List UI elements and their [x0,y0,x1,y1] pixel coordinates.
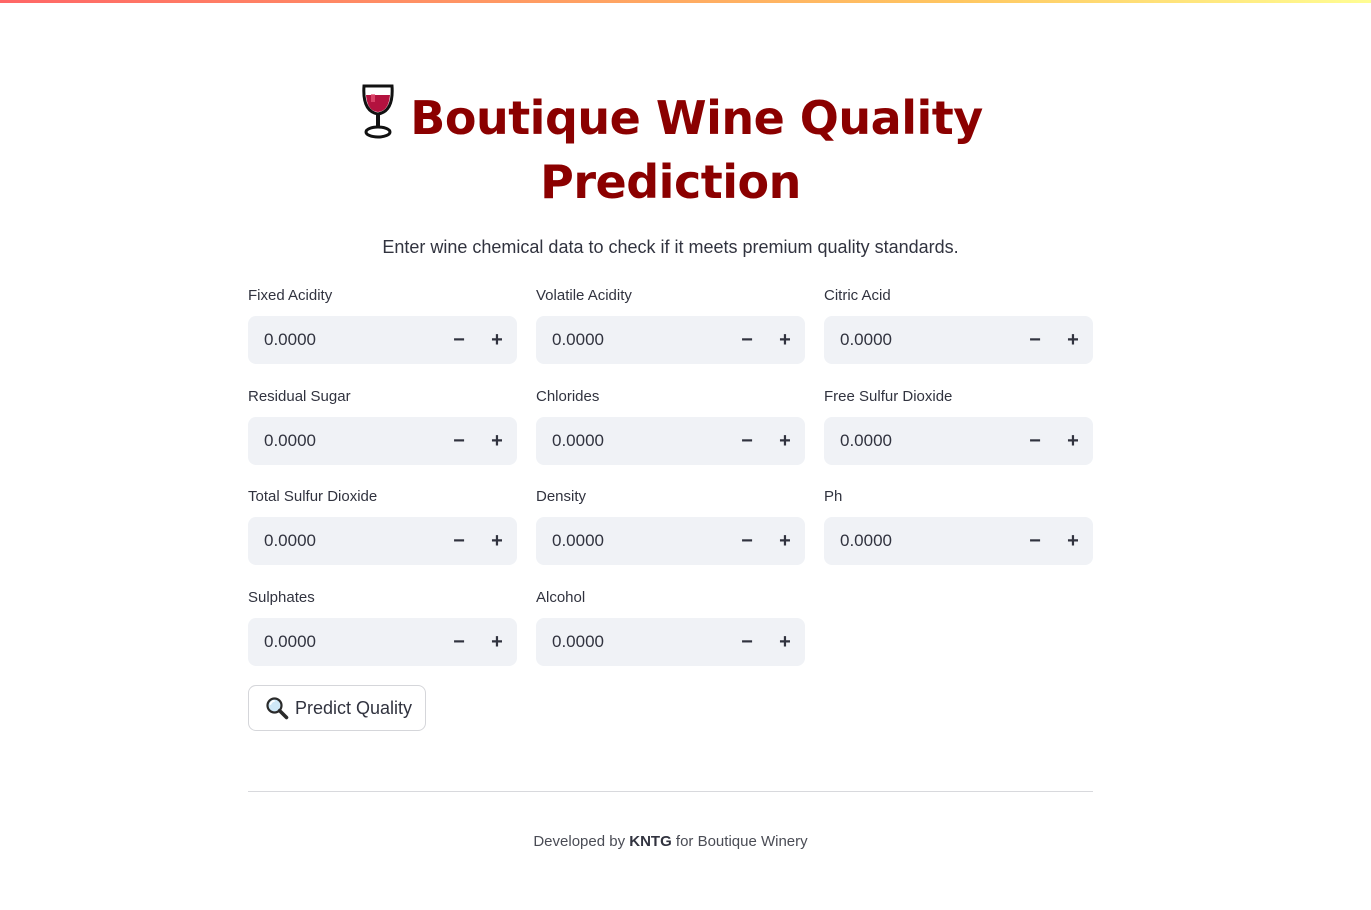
field-label: Alcohol [536,589,586,606]
stepper-value[interactable]: 0.0000 [552,316,604,364]
decrement-button[interactable]: − [732,526,762,556]
field-label: Total Sulfur Dioxide [248,488,378,505]
stepper-value[interactable]: 0.0000 [840,417,892,465]
decrement-button[interactable]: − [444,426,474,456]
decrement-button[interactable]: − [732,426,762,456]
increment-button[interactable]: + [770,526,800,556]
decrement-button[interactable]: − [444,325,474,355]
stepper-value[interactable]: 0.0000 [264,417,316,465]
decrement-button[interactable]: − [1020,325,1050,355]
stepper-value[interactable]: 0.0000 [552,517,604,565]
stepper-value[interactable]: 0.0000 [264,316,316,364]
field-label: Citric Acid [824,287,891,304]
field-alcohol: Alcohol 0.0000 − + [536,588,805,666]
stepper-value[interactable]: 0.0000 [264,618,316,666]
field-label: Volatile Acidity [536,287,632,304]
field-residual-sugar: Residual Sugar 0.0000 − + [248,387,517,465]
residual-sugar-stepper[interactable]: 0.0000 − + [248,417,517,465]
field-label: Free Sulfur Dioxide [824,388,953,405]
page-title: Boutique Wine Quality Prediction [248,82,1093,214]
field-sulphates: Sulphates 0.0000 − + [248,588,517,666]
stepper-value[interactable]: 0.0000 [264,517,316,565]
decrement-button[interactable]: − [444,526,474,556]
field-citric-acid: Citric Acid 0.0000 − + [824,286,1093,364]
predict-button-label: Predict Quality [295,697,413,718]
free-sulfur-dioxide-stepper[interactable]: 0.0000 − + [824,417,1093,465]
title-line-1: Boutique Wine Quality [248,82,1093,150]
field-label: Residual Sugar [248,388,351,405]
increment-button[interactable]: + [1058,325,1088,355]
footer-author: KNTG [629,833,672,850]
increment-button[interactable]: + [770,627,800,657]
increment-button[interactable]: + [770,426,800,456]
density-stepper[interactable]: 0.0000 − + [536,517,805,565]
increment-button[interactable]: + [1058,426,1088,456]
increment-button[interactable]: + [482,526,512,556]
field-ph: Ph 0.0000 − + [824,487,1093,565]
title-text-line-1: Boutique Wine Quality [410,91,983,145]
field-label: Density [536,488,587,505]
stepper-value[interactable]: 0.0000 [840,517,892,565]
chlorides-stepper[interactable]: 0.0000 − + [536,417,805,465]
decrement-button[interactable]: − [732,325,762,355]
decrement-button[interactable]: − [444,627,474,657]
field-volatile-acidity: Volatile Acidity 0.0000 − + [536,286,805,364]
footer-prefix: Developed by [533,833,630,850]
footer-text: Developed by KNTG for Boutique Winery [248,831,1093,853]
top-decoration-bar [0,0,1371,3]
wine-glass-icon [362,84,394,139]
increment-button[interactable]: + [482,426,512,456]
alcohol-stepper[interactable]: 0.0000 − + [536,618,805,666]
predict-quality-button[interactable]: Predict Quality [248,685,426,731]
volatile-acidity-stepper[interactable]: 0.0000 − + [536,316,805,364]
field-density: Density 0.0000 − + [536,487,805,565]
magnifying-glass-icon [266,697,289,720]
field-total-sulfur-dioxide: Total Sulfur Dioxide 0.0000 − + [248,487,517,565]
decrement-button[interactable]: − [732,627,762,657]
field-label: Ph [824,488,843,505]
fixed-acidity-stepper[interactable]: 0.0000 − + [248,316,517,364]
title-text-line-2: Prediction [540,155,801,209]
ph-stepper[interactable]: 0.0000 − + [824,517,1093,565]
field-label: Sulphates [248,589,315,606]
stepper-value[interactable]: 0.0000 [552,417,604,465]
citric-acid-stepper[interactable]: 0.0000 − + [824,316,1093,364]
field-fixed-acidity: Fixed Acidity 0.0000 − + [248,286,517,364]
footer-suffix: for Boutique Winery [671,833,808,850]
page-subtitle: Enter wine chemical data to check if it … [382,237,959,257]
field-chlorides: Chlorides 0.0000 − + [536,387,805,465]
total-sulfur-dioxide-stepper[interactable]: 0.0000 − + [248,517,517,565]
field-label: Chlorides [536,388,600,405]
increment-button[interactable]: + [1058,526,1088,556]
stepper-value[interactable]: 0.0000 [552,618,604,666]
stepper-value[interactable]: 0.0000 [840,316,892,364]
field-label: Fixed Acidity [248,287,333,304]
decrement-button[interactable]: − [1020,526,1050,556]
decrement-button[interactable]: − [1020,426,1050,456]
footer-divider [248,791,1093,792]
increment-button[interactable]: + [482,325,512,355]
sulphates-stepper[interactable]: 0.0000 − + [248,618,517,666]
field-free-sulfur-dioxide: Free Sulfur Dioxide 0.0000 − + [824,387,1093,465]
increment-button[interactable]: + [770,325,800,355]
increment-button[interactable]: + [482,627,512,657]
